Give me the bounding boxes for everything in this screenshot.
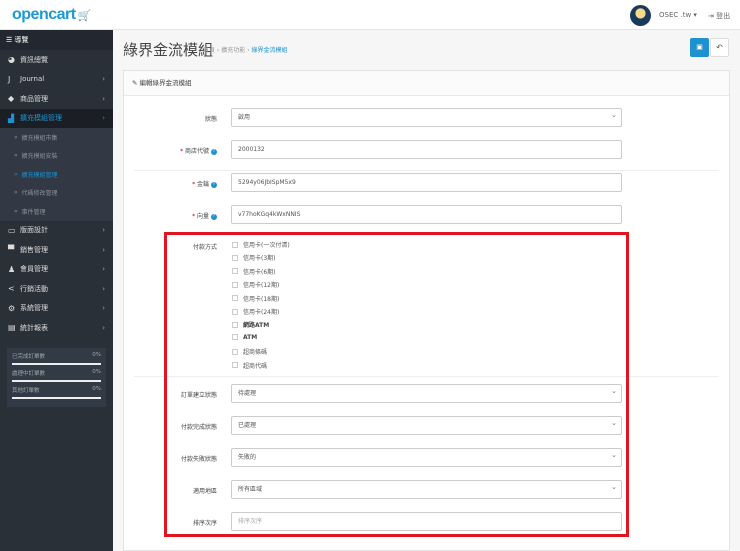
chevron-right-icon: › [102, 114, 105, 123]
reply-icon: ↶ [716, 43, 723, 52]
pencil-icon: ✎ [132, 79, 140, 87]
sidebar-item-label: 版面設計 [20, 226, 48, 235]
chevron-right-icon: › [102, 245, 105, 254]
sidebar-item-label: 會員管理 [20, 265, 48, 274]
sidebar-item-label: 商品管理 [20, 94, 48, 103]
puzzle-icon: ▟ [8, 113, 15, 123]
sidebar-subitem[interactable]: » 代碼修改管理 [0, 183, 113, 202]
merchant-id-label: * 商店代號? [180, 148, 217, 155]
sidebar-subitem[interactable]: » 擴充模組市集 [0, 128, 113, 147]
sidebar: ☰ 導覽 ◕ 資訊總覽 J Journal › ◆ 商品管理 › ▟ 擴充模組管… [0, 30, 113, 551]
sidebar-subitem-label: 擴充模組安裝 [21, 153, 58, 161]
sidebar-item[interactable]: ▤ 統計報表 › [0, 318, 113, 338]
sidebar-subitem[interactable]: » 擴充模組管理 [0, 165, 113, 184]
nav-header[interactable]: ☰ 導覽 [0, 30, 113, 50]
user-icon: ♟ [8, 264, 16, 274]
sidebar-item[interactable]: ▭ 版面設計 › [0, 221, 113, 241]
sidebar-item[interactable]: ◆ 商品管理 › [0, 89, 113, 109]
highlight-box [164, 232, 629, 537]
status-select[interactable]: 啟用 [231, 107, 622, 127]
logout-link[interactable]: ⇥ 登出 [708, 11, 730, 21]
sidebar-subitem-label: 代碼修改管理 [21, 190, 58, 198]
hash-iv-input[interactable]: v77hoKGq4kWxNNIS [231, 205, 622, 224]
opencart-logo[interactable]: opencart 🛒 [12, 6, 91, 24]
breadcrumb-extensions[interactable]: 擴充功能 [221, 47, 245, 54]
progress-bar [12, 362, 101, 365]
tags-icon: ◆ [8, 94, 15, 104]
avatar[interactable] [630, 5, 651, 26]
sidebar-item-label: 銷售管理 [20, 245, 48, 254]
chevron-right-icon: › [102, 226, 105, 235]
order-stats: 已完成訂單數 0% 處理中訂單數 0% 其他訂單數 0% [7, 347, 106, 407]
save-button[interactable]: ▣ [690, 38, 709, 57]
stat-value: 0% [92, 368, 101, 375]
chevron-right-icon: › [102, 75, 105, 84]
status-label: 狀態 [204, 116, 217, 123]
sidebar-item-label: 擴充模組管理 [20, 114, 62, 123]
gear-icon: ⚙ [8, 303, 16, 313]
sign-out-icon: ⇥ [708, 12, 717, 20]
journal-icon: J [8, 74, 11, 84]
hash-iv-label: * 向量? [192, 213, 217, 220]
sidebar-item[interactable]: ▟ 擴充模組管理 › [0, 108, 113, 128]
sidebar-item[interactable]: ♟ 會員管理 › [0, 260, 113, 280]
page-title: 綠界金流模組 [123, 41, 214, 59]
stat-value: 0% [92, 351, 101, 358]
desktop-icon: ▭ [8, 225, 16, 235]
help-icon[interactable]: ? [211, 148, 217, 155]
sidebar-item-label: 行銷活動 [20, 284, 48, 293]
hash-key-input[interactable]: 5294y06JbISpM5x9 [231, 173, 622, 192]
sidebar-item[interactable]: J Journal › [0, 70, 113, 90]
breadcrumb-current[interactable]: 綠界金流模組 [251, 47, 287, 54]
stat-item: 其他訂單數 0% [12, 386, 101, 399]
stat-item: 處理中訂單數 0% [12, 369, 101, 382]
sidebar-item-label: 系統管理 [20, 304, 48, 313]
help-icon[interactable]: ? [211, 181, 217, 188]
back-button[interactable]: ↶ [710, 38, 729, 57]
cart-icon: ▀ [8, 245, 15, 255]
cart-icon: 🛒 [77, 10, 92, 22]
merchant-id-input[interactable]: 2000132 [231, 140, 622, 159]
sidebar-item-label: 資訊總覽 [20, 55, 48, 64]
breadcrumb-home[interactable]: 首頁 [203, 47, 215, 54]
chevron-right-icon: › [102, 284, 105, 293]
progress-bar [12, 379, 101, 382]
breadcrumb: 首頁 › 擴充功能 › 綠界金流模組 [203, 47, 288, 54]
chevron-right-icon: › [102, 304, 105, 313]
hash-key-label: * 金鑰? [192, 181, 217, 188]
user-menu[interactable]: OSEC .tw ▾ [659, 11, 697, 19]
stat-label: 已完成訂單數 [12, 353, 46, 360]
sidebar-item[interactable]: ◕ 資訊總覽 [0, 50, 113, 70]
dashboard-icon: ◕ [8, 55, 15, 65]
help-icon[interactable]: ? [211, 213, 217, 220]
chevron-right-icon: › [102, 323, 105, 332]
sidebar-item-label: 統計報表 [20, 323, 48, 332]
sidebar-item[interactable]: ⚙ 系統管理 › [0, 299, 113, 319]
sidebar-subitem-label: 事件管理 [21, 208, 46, 216]
stat-value: 0% [92, 385, 101, 392]
sidebar-item-label: Journal [20, 75, 45, 84]
bar-chart-icon: ▤ [8, 323, 16, 333]
sidebar-item[interactable]: ▀ 銷售管理 › [0, 240, 113, 260]
save-icon: ▣ [696, 43, 703, 51]
sidebar-item[interactable]: < 行銷活動 › [0, 279, 113, 299]
sidebar-subitem[interactable]: » 事件管理 [0, 202, 113, 221]
stat-label: 處理中訂單數 [12, 370, 46, 377]
progress-bar [12, 396, 101, 399]
chevron-right-icon: › [102, 265, 105, 274]
top-header: opencart 🛒 OSEC .tw ▾ ⇥ 登出 [0, 0, 740, 30]
panel-heading: ✎ 編輯綠界金流模組 [124, 71, 729, 96]
sidebar-subitem-label: 擴充模組管理 [21, 171, 58, 179]
chevron-right-icon: › [102, 94, 105, 103]
stat-item: 已完成訂單數 0% [12, 352, 101, 365]
sidebar-subitem-label: 擴充模組市集 [21, 134, 58, 142]
stat-label: 其他訂單數 [12, 387, 40, 394]
sidebar-subitem[interactable]: » 擴充模組安裝 [0, 146, 113, 165]
share-icon: < [8, 284, 15, 294]
